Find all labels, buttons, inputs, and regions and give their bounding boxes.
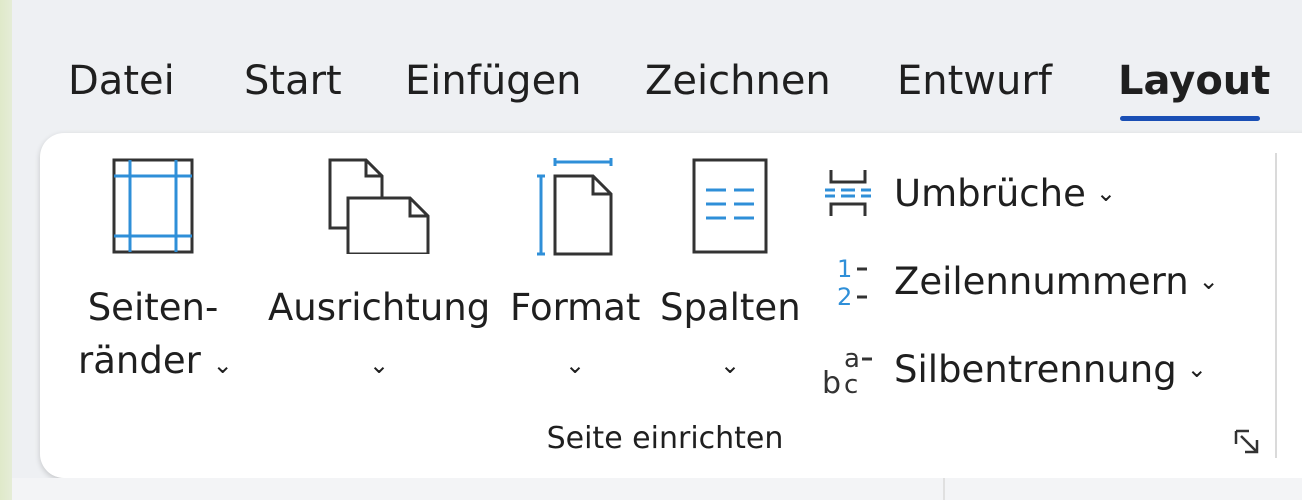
tab-start[interactable]: Start — [244, 58, 342, 104]
columns-button[interactable]: Spalten ⌄ — [660, 158, 801, 393]
tab-layout[interactable]: Layout — [1118, 58, 1270, 104]
chevron-down-icon: ⌄ — [1198, 267, 1219, 295]
chevron-down-icon: ⌄ — [1095, 179, 1116, 207]
margins-button[interactable]: Seiten- ränder ⌄ — [78, 158, 233, 393]
tab-einfuegen[interactable]: Einfügen — [405, 58, 582, 104]
line-numbers-icon: 1 2 — [820, 253, 876, 309]
tab-entwurf[interactable]: Entwurf — [897, 58, 1052, 104]
svg-text:c: c — [844, 370, 858, 397]
group-divider — [1275, 153, 1277, 458]
line-numbers-button[interactable]: 1 2 Zeilennummern ⌄ — [820, 251, 1219, 311]
chevron-down-icon: ⌄ — [368, 351, 390, 379]
group-label-page-setup: Seite einrichten — [546, 421, 784, 456]
columns-label: Spalten — [660, 286, 801, 329]
breaks-icon — [820, 165, 876, 221]
document-area — [12, 478, 1302, 500]
hyphenation-label: Silbentrennung — [894, 347, 1177, 391]
page-size-icon — [537, 158, 613, 256]
svg-text:2: 2 — [837, 283, 852, 309]
svg-text:b: b — [822, 366, 841, 397]
chevron-down-icon: ⌄ — [1186, 355, 1207, 383]
columns-icon — [692, 158, 768, 254]
orientation-chevron-wrap: ⌄ — [268, 333, 490, 393]
columns-chevron-wrap: ⌄ — [660, 333, 800, 393]
pane-divider — [943, 478, 945, 500]
breaks-button[interactable]: Umbrüche ⌄ — [820, 163, 1116, 223]
margins-label-line1: Seiten- — [87, 286, 219, 329]
dialog-launcher-icon[interactable] — [1233, 428, 1263, 458]
hyphenation-icon: b a c — [820, 341, 876, 397]
orientation-label: Ausrichtung — [268, 286, 491, 329]
orientation-icon — [328, 158, 430, 254]
margins-icon — [112, 158, 194, 254]
orientation-button[interactable]: Ausrichtung ⌄ — [268, 158, 490, 393]
size-button[interactable]: Format ⌄ — [510, 158, 640, 393]
line-numbers-label: Zeilennummern — [894, 259, 1189, 303]
tab-zeichnen[interactable]: Zeichnen — [645, 58, 831, 104]
margins-label-line2-wrap: ränder ⌄ — [78, 333, 233, 393]
tab-datei[interactable]: Datei — [68, 58, 175, 104]
breaks-label: Umbrüche — [894, 171, 1086, 215]
size-chevron-wrap: ⌄ — [510, 333, 640, 393]
margins-label-line2: ränder — [78, 339, 201, 382]
chevron-down-icon: ⌄ — [719, 351, 741, 379]
active-tab-indicator — [1120, 116, 1260, 121]
chevron-down-icon: ⌄ — [564, 351, 586, 379]
chevron-down-icon: ⌄ — [212, 351, 233, 379]
size-label: Format — [510, 286, 641, 329]
hyphenation-button[interactable]: b a c Silbentrennung ⌄ — [820, 339, 1207, 399]
ribbon-panel: Seiten- ränder ⌄ Ausrichtung ⌄ Format ⌄ — [40, 133, 1302, 478]
svg-text:1: 1 — [837, 255, 852, 283]
